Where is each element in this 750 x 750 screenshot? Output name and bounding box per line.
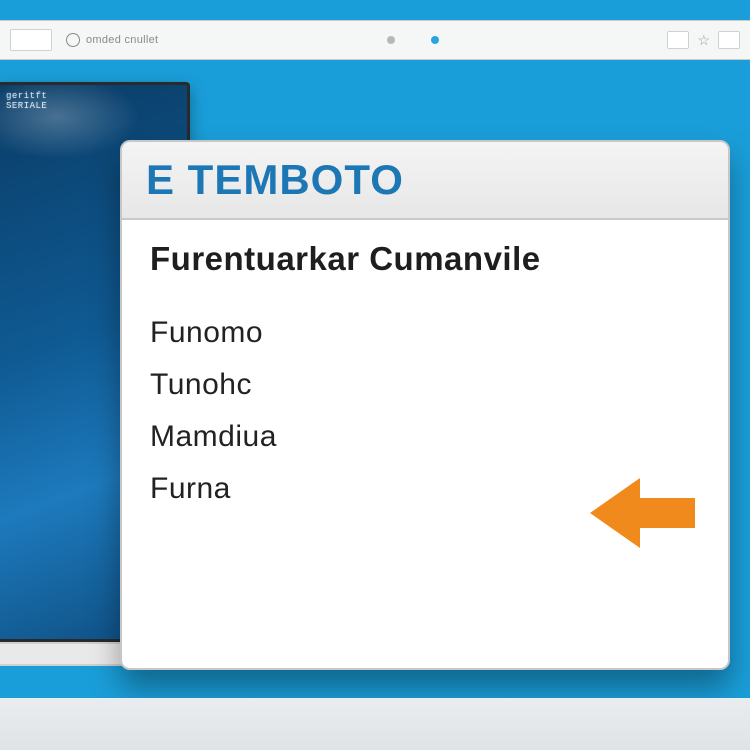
dialog-title: E TEMBOTO	[146, 156, 404, 204]
dialog-titlebar: E TEMBOTO	[122, 142, 728, 220]
bookmark-star-icon[interactable]: ☆	[697, 32, 710, 49]
browser-toolbar: omded cnullet ☆	[0, 20, 750, 60]
status-dot-blue-icon	[431, 36, 439, 44]
toolbar-button[interactable]	[667, 31, 689, 49]
dialog-subtitle: Furentuarkar Cumanvile	[150, 240, 700, 278]
list-item[interactable]: Mamdiua	[150, 420, 700, 454]
ground-strip	[0, 698, 750, 750]
toolbar-button[interactable]	[718, 31, 740, 49]
desktop-watermark: geritft SERIALE	[6, 91, 47, 111]
nav-buttons-stub[interactable]	[10, 29, 52, 51]
address-text: omded cnullet	[86, 34, 158, 46]
reload-icon[interactable]	[66, 33, 80, 47]
status-dot-grey-icon	[387, 36, 395, 44]
list-item[interactable]: Tunohc	[150, 368, 700, 402]
pointer-arrow-icon	[590, 478, 700, 548]
address-bar[interactable]: omded cnullet	[66, 33, 158, 47]
dialog-window: E TEMBOTO Furentuarkar Cumanvile Funomo …	[120, 140, 730, 670]
list-item[interactable]: Funomo	[150, 316, 700, 350]
